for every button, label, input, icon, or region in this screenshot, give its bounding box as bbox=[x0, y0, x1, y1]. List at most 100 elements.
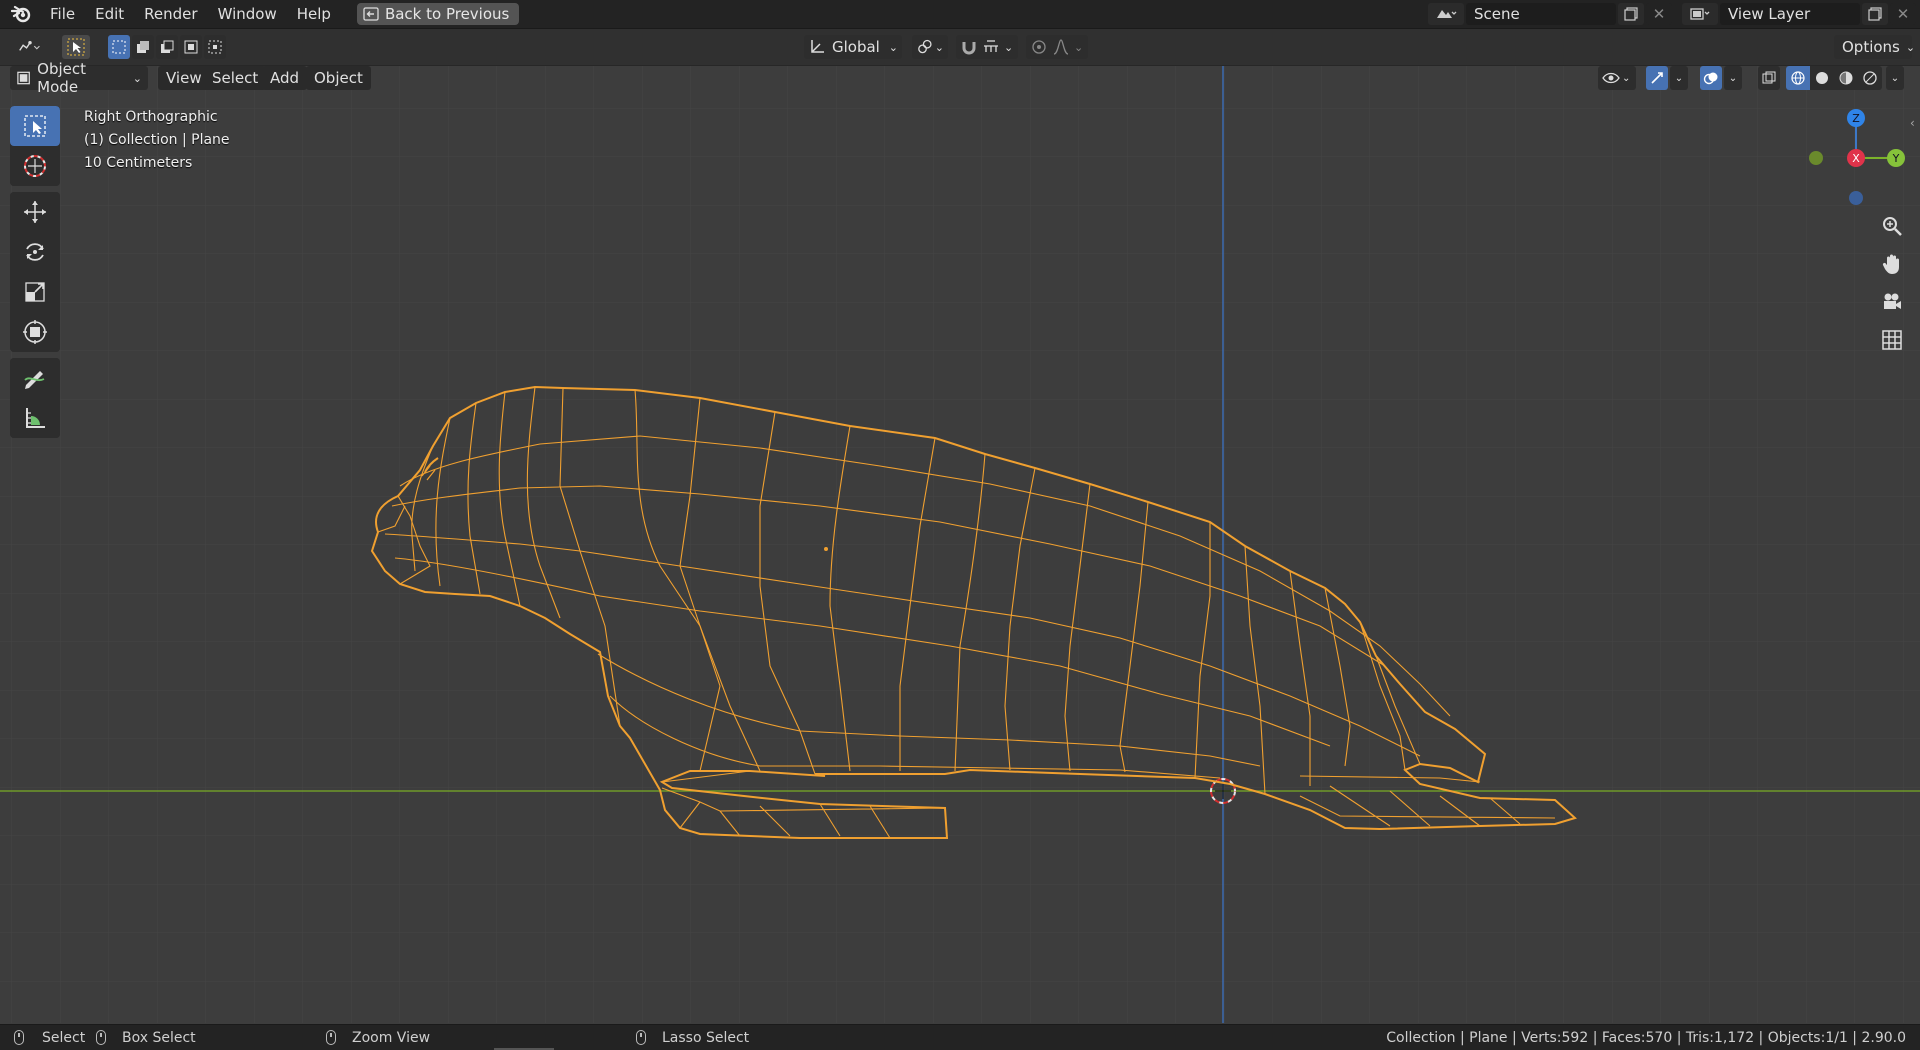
tool-transform[interactable] bbox=[10, 312, 60, 352]
solid-shading-button[interactable] bbox=[1810, 66, 1834, 90]
pivot-point-dropdown[interactable]: ⌄ bbox=[912, 35, 948, 59]
axis-gizmo[interactable]: Z Y X bbox=[1794, 104, 1914, 214]
status-lasso-select-label: Lasso Select bbox=[662, 1029, 750, 1046]
overlays-icon bbox=[1703, 72, 1718, 85]
new-scene-button[interactable] bbox=[1618, 3, 1644, 25]
shading-mode-group bbox=[1786, 66, 1882, 90]
add-menu[interactable]: Add bbox=[262, 66, 308, 90]
solid-sphere-icon bbox=[1816, 72, 1828, 84]
3d-viewport[interactable]: Object Mode ⌄ View Select Add Object ⌄ ⌄… bbox=[0, 60, 1920, 1023]
gizmo-neg-y-dot[interactable] bbox=[1809, 151, 1823, 165]
delete-view-layer-button[interactable]: ✕ bbox=[1890, 3, 1916, 25]
3d-cursor-tool-icon bbox=[24, 155, 46, 177]
editor-type-icon bbox=[19, 41, 40, 51]
status-box-select: Box Select bbox=[96, 1030, 196, 1046]
select-intersect-button[interactable] bbox=[204, 35, 226, 59]
close-icon: ✕ bbox=[1896, 5, 1910, 23]
gizmo-x-button[interactable]: X bbox=[1847, 149, 1865, 167]
snap-group: ⌄ bbox=[956, 35, 1018, 59]
options-label: Options bbox=[1842, 38, 1900, 56]
measure-ruler-icon bbox=[26, 408, 45, 428]
gizmo-z-button[interactable]: Z bbox=[1847, 109, 1865, 127]
select-extend-button[interactable] bbox=[132, 35, 154, 59]
back-to-previous-button[interactable]: Back to Previous bbox=[356, 3, 520, 25]
tool-scale[interactable] bbox=[10, 272, 60, 312]
chevron-down-icon: ⌄ bbox=[888, 40, 898, 54]
snap-magnet-icon[interactable] bbox=[960, 38, 978, 56]
status-box-select-label: Box Select bbox=[122, 1029, 196, 1046]
wireframe-shading-button[interactable] bbox=[1786, 66, 1810, 90]
editor-type-button[interactable] bbox=[10, 35, 50, 59]
pivot-icon bbox=[918, 39, 932, 54]
falloff-curve-icon[interactable] bbox=[1052, 38, 1070, 56]
tool-move[interactable] bbox=[10, 192, 60, 232]
pan-view-button[interactable] bbox=[1876, 248, 1908, 280]
delete-scene-button[interactable]: ✕ bbox=[1646, 3, 1672, 25]
shading-dropdown[interactable]: ⌄ bbox=[1886, 66, 1904, 90]
select-new-button[interactable] bbox=[108, 35, 130, 59]
tool-header: Global ⌄ ⌄ ⌄ ⌄ Options ⌄ bbox=[0, 29, 1920, 66]
annotate-pencil-icon bbox=[24, 371, 45, 389]
tool-measure[interactable] bbox=[10, 398, 60, 438]
gizmo-y-label: Y bbox=[1892, 152, 1900, 165]
view-menu[interactable]: View bbox=[158, 66, 210, 90]
tool-annotate[interactable] bbox=[10, 358, 60, 398]
material-shading-button[interactable] bbox=[1834, 66, 1858, 90]
add-menu-label: Add bbox=[270, 69, 300, 87]
camera-view-button[interactable] bbox=[1876, 286, 1908, 318]
close-icon: ✕ bbox=[1652, 5, 1666, 23]
menu-edit[interactable]: Edit bbox=[85, 0, 134, 28]
menu-render[interactable]: Render bbox=[134, 0, 207, 28]
new-view-layer-button[interactable] bbox=[1862, 3, 1888, 25]
tool-cursor[interactable] bbox=[10, 146, 60, 186]
blender-logo-icon[interactable] bbox=[10, 3, 32, 25]
menu-window[interactable]: Window bbox=[208, 0, 287, 28]
select-subtract-button[interactable] bbox=[156, 35, 178, 59]
zoom-view-button[interactable] bbox=[1876, 210, 1908, 242]
select-menu[interactable]: Select bbox=[204, 66, 267, 90]
zoom-icon bbox=[1883, 217, 1902, 236]
object-mode-icon bbox=[17, 71, 30, 85]
scene-icon bbox=[1437, 10, 1457, 18]
navigation-gizmo[interactable]: Z Y X bbox=[1794, 104, 1914, 350]
scene-name-field[interactable]: Scene bbox=[1466, 3, 1616, 25]
overlays-toggle-button[interactable] bbox=[1700, 66, 1722, 90]
select-invert-button[interactable] bbox=[180, 35, 202, 59]
collection-text: (1) Collection | Plane bbox=[84, 132, 230, 148]
xray-toggle-button[interactable] bbox=[1758, 66, 1780, 90]
back-to-previous-label: Back to Previous bbox=[384, 5, 510, 23]
gizmo-toggle-button[interactable] bbox=[1646, 66, 1668, 90]
object-mode-dropdown[interactable]: Object Mode ⌄ bbox=[10, 60, 148, 96]
view-layer-selector-button[interactable] bbox=[1682, 3, 1718, 25]
tool-select-box[interactable] bbox=[10, 106, 60, 146]
rotate-icon bbox=[26, 243, 44, 261]
gizmo-x-label: X bbox=[1852, 152, 1860, 165]
transform-orientation-dropdown[interactable]: Global ⌄ bbox=[804, 35, 902, 59]
rendered-shading-button[interactable] bbox=[1858, 66, 1882, 90]
chevron-down-icon: ⌄ bbox=[1905, 40, 1916, 54]
menu-help[interactable]: Help bbox=[287, 0, 341, 28]
options-dropdown[interactable]: Options ⌄ bbox=[1834, 35, 1916, 59]
back-icon bbox=[363, 7, 379, 21]
toggle-perspective-button[interactable] bbox=[1876, 324, 1908, 356]
overlays-dropdown[interactable]: ⌄ bbox=[1724, 66, 1742, 90]
tool-rotate[interactable] bbox=[10, 232, 60, 272]
gizmo-dropdown[interactable]: ⌄ bbox=[1670, 66, 1688, 90]
scene-selector-button[interactable] bbox=[1428, 3, 1464, 25]
view-layer-name-field[interactable]: View Layer bbox=[1720, 3, 1860, 25]
proportional-edit-icon[interactable] bbox=[1030, 38, 1048, 56]
gizmo-neg-z-dot[interactable] bbox=[1849, 191, 1863, 205]
object-menu-label: Object bbox=[314, 69, 363, 87]
grid-scale-text: 10 Centimeters bbox=[84, 155, 193, 171]
chevron-down-icon: ⌄ bbox=[934, 40, 944, 54]
gizmo-y-button[interactable]: Y bbox=[1887, 149, 1905, 167]
object-origin-point[interactable] bbox=[824, 547, 828, 551]
visibility-dropdown[interactable]: ⌄ bbox=[1598, 66, 1636, 90]
eye-icon bbox=[1602, 72, 1620, 84]
select-intersect-icon bbox=[208, 40, 222, 54]
select-menu-label: Select bbox=[212, 69, 259, 87]
snap-increment-icon[interactable] bbox=[982, 38, 1000, 56]
object-menu[interactable]: Object bbox=[306, 66, 371, 90]
menu-file[interactable]: File bbox=[40, 0, 85, 28]
active-tool-button[interactable] bbox=[62, 35, 90, 59]
